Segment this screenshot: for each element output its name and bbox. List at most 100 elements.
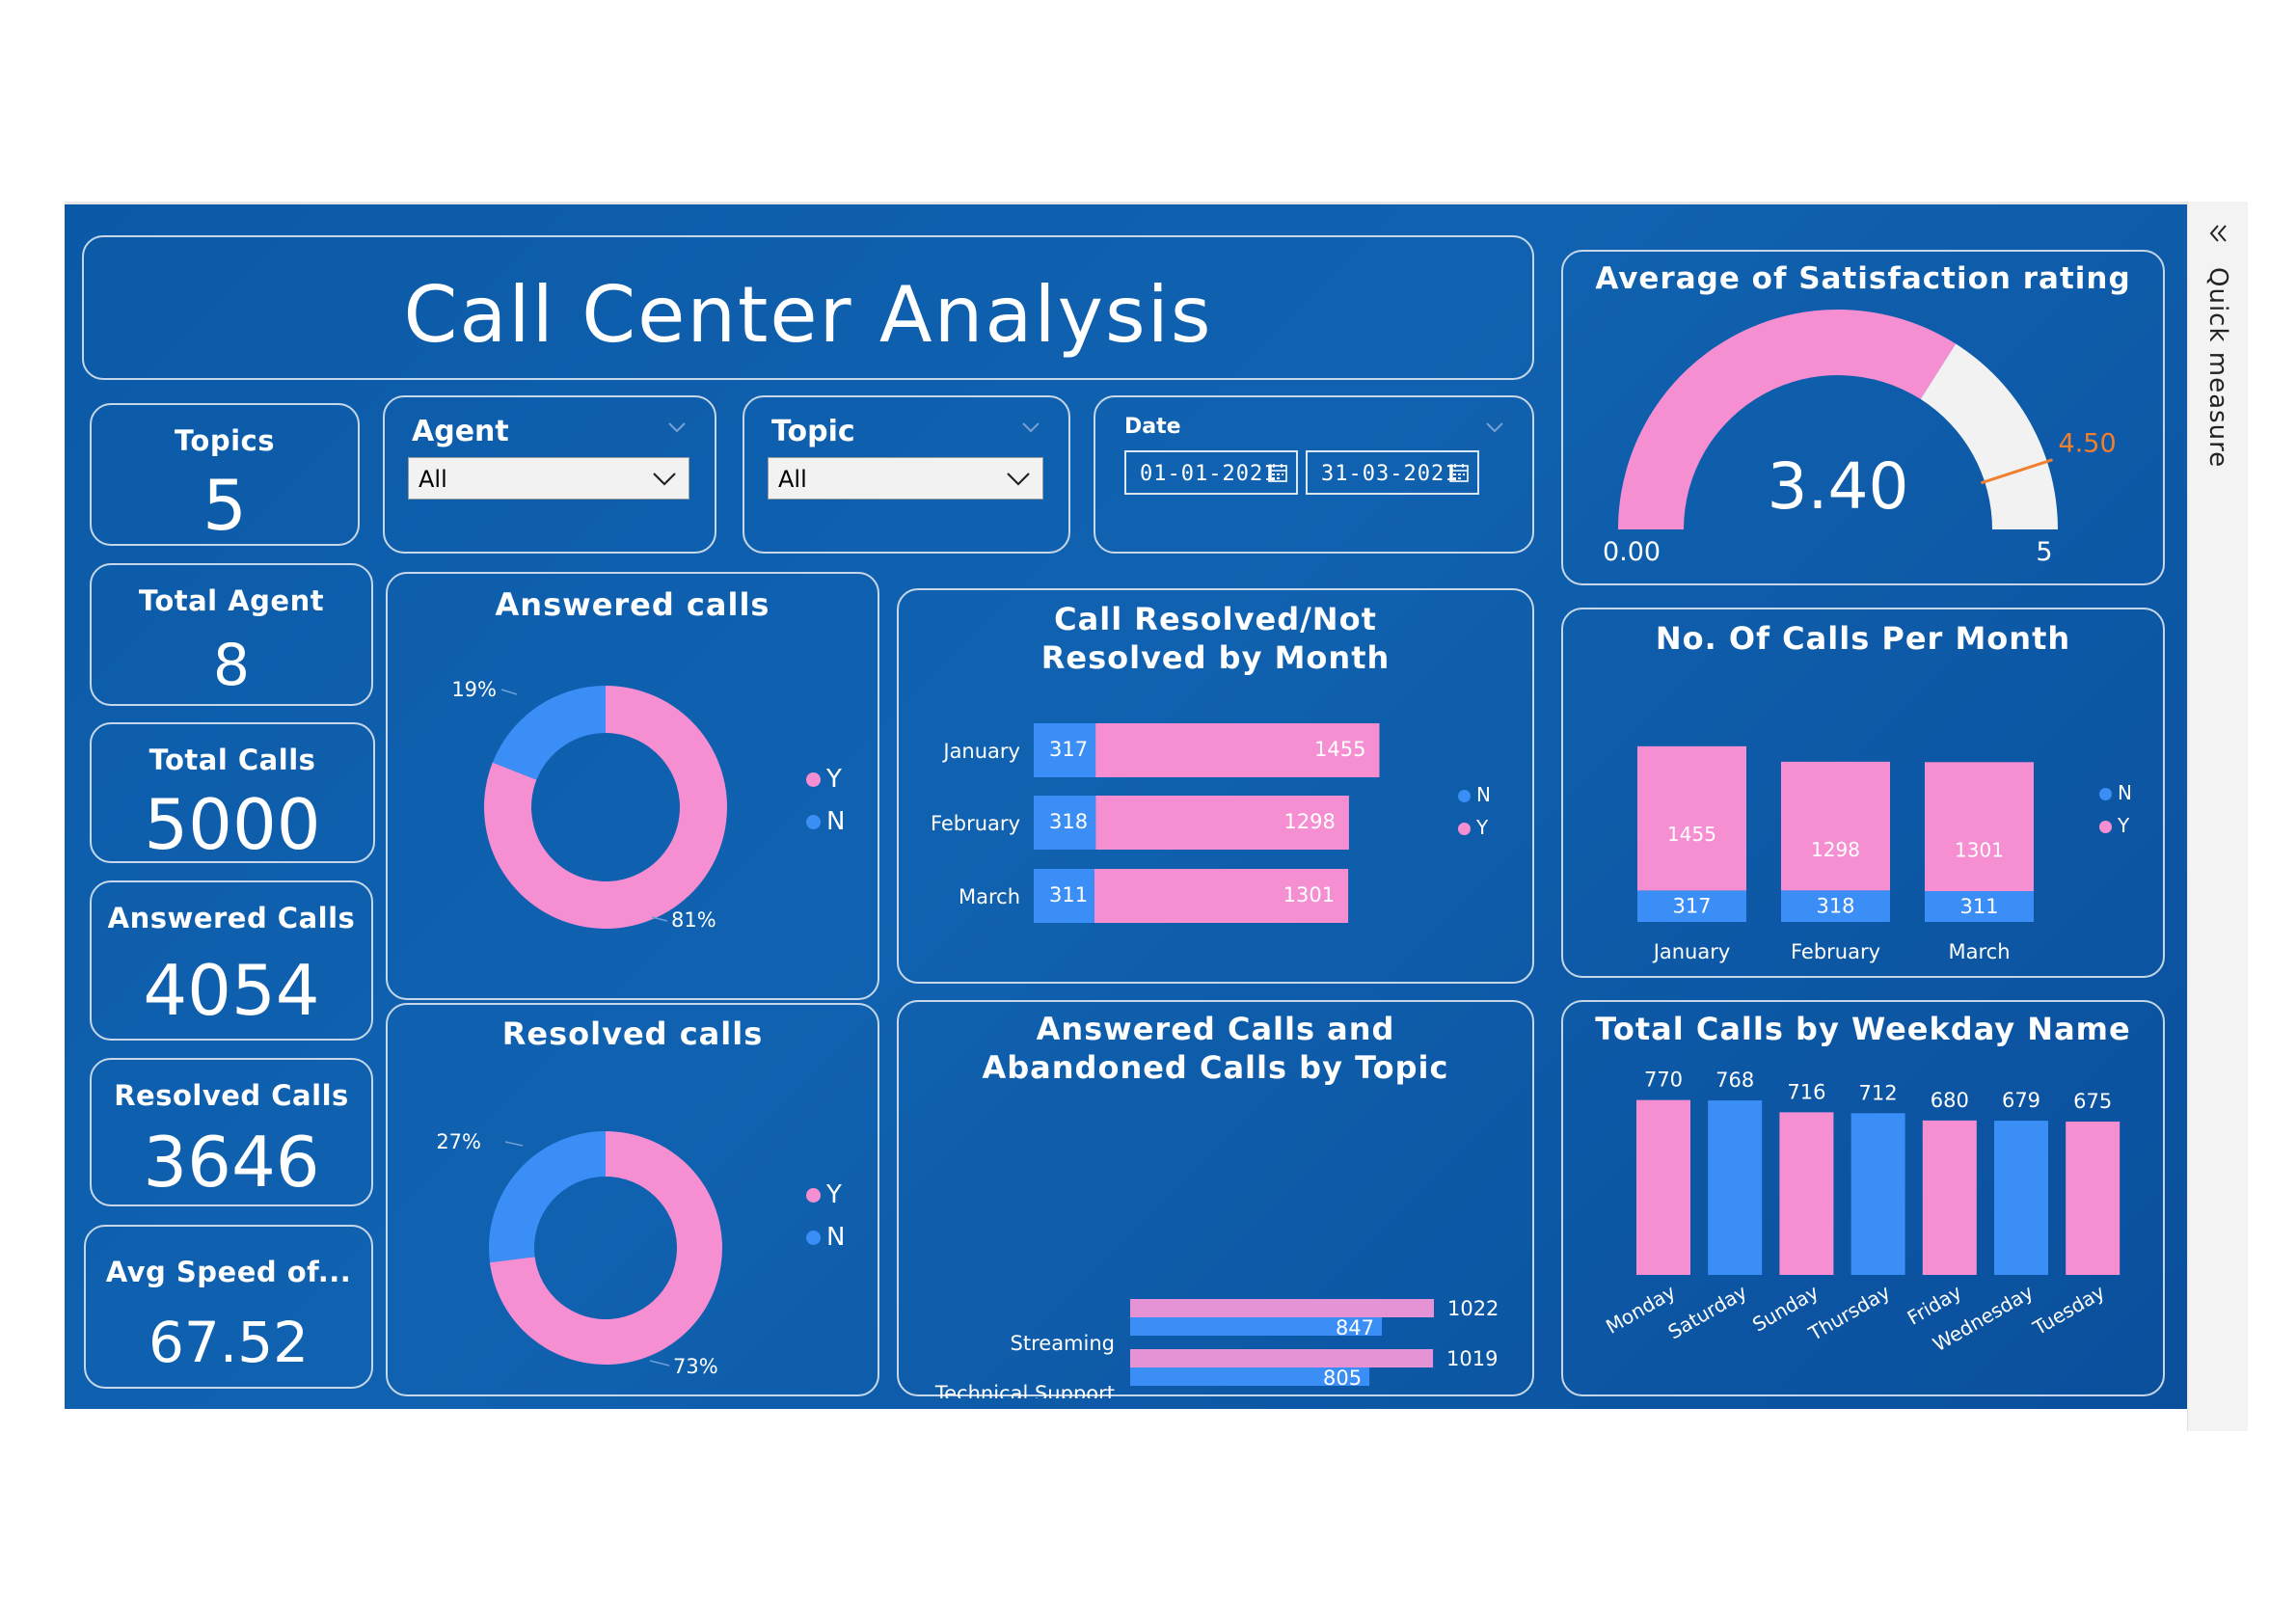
legend-dot-pink	[806, 1188, 821, 1203]
total-calls-card: Total Calls 5000	[90, 722, 375, 863]
leader-line	[504, 1141, 524, 1147]
card-label: Topics	[174, 424, 275, 457]
data-label-abandoned: 847	[1336, 1316, 1374, 1340]
data-label-y: 1455	[1667, 823, 1716, 846]
legend-item-n[interactable]: N	[1458, 783, 1491, 806]
card-value: 4054	[143, 950, 320, 1031]
legend-item-n[interactable]: N	[806, 807, 845, 836]
card-label: Avg Speed of...	[105, 1256, 352, 1288]
quick-measure-label: Quick measure	[2203, 267, 2232, 469]
gauge-value-label: 3.40	[1768, 449, 1909, 524]
weekday-bar	[1779, 1112, 1834, 1275]
satisfaction-gauge-panel: Average of Satisfaction rating 3.40 0.00 5…	[1561, 250, 2165, 585]
data-label-n: 317	[1049, 738, 1088, 761]
topic-slicer[interactable]: Topic All	[743, 395, 1070, 554]
topics-card: Topics 5	[90, 403, 360, 546]
legend: N Y	[2099, 781, 2132, 837]
dropdown-value: All	[419, 466, 447, 493]
legend-dot-pink	[806, 772, 821, 787]
chevron-down-icon[interactable]	[666, 417, 688, 438]
slicer-title: Topic	[771, 415, 855, 448]
calls-by-weekday-panel: Total Calls by Weekday Name 770 Monday 768…	[1561, 1000, 2165, 1396]
resolved-by-month-chart: January 317 1455 February 318 1298 March 311 130…	[931, 723, 1380, 923]
card-label: Answered Calls	[107, 902, 356, 934]
leader-line	[649, 1360, 670, 1367]
weekday-bar	[2066, 1122, 2120, 1275]
resolved-calls-panel: Resolved calls 73% 27% Y N	[386, 1003, 879, 1396]
calls-by-topic-panel: Answered Calls and Abandoned Calls by To…	[897, 1000, 1534, 1398]
data-label-n: 317	[1672, 895, 1711, 918]
start-date-input[interactable]: 01-01-2021	[1124, 450, 1298, 495]
slice-label-y: 81%	[671, 908, 716, 932]
weekday-bar	[1922, 1120, 1977, 1275]
answered-calls-panel: Answered calls 81% 19% Y N	[386, 572, 879, 1000]
calendar-icon[interactable]	[1267, 462, 1288, 483]
legend-item-n[interactable]: N	[2099, 781, 2132, 804]
data-label: 679	[2002, 1089, 2040, 1112]
quick-measure-pane[interactable]: Quick measure	[2187, 202, 2248, 1431]
category-label: Thursday	[1804, 1280, 1895, 1345]
report-canvas: Call Center Analysis Topics 5 Total Agen…	[65, 204, 2187, 1409]
chevron-down-icon[interactable]	[1484, 417, 1505, 438]
bar-segment-y	[1781, 761, 1890, 891]
legend-item-n[interactable]: N	[806, 1223, 845, 1252]
end-date-value: 31-03-2021	[1321, 462, 1459, 486]
data-label-n: 311	[1959, 895, 1998, 918]
legend: Y N	[806, 1180, 845, 1252]
category-label: Saturday	[1664, 1280, 1751, 1343]
legend: N Y	[1458, 783, 1491, 839]
category-label: February	[931, 812, 1020, 835]
data-label: 712	[1859, 1081, 1898, 1104]
card-value: 3646	[143, 1122, 320, 1203]
bar-answered	[1130, 1299, 1434, 1317]
calls-per-month-chart: 317 1455 January 318 1298 February 311 1301 Marc…	[1637, 745, 2034, 963]
chevron-down-icon[interactable]	[1020, 417, 1041, 438]
leader-line	[500, 689, 518, 695]
answered-calls-card: Answered Calls 4054	[90, 880, 373, 1041]
calls-by-topic-chart: Streaming 1022 847 Technical Support 1019 805…	[934, 1297, 1499, 1398]
data-label: 716	[1787, 1080, 1825, 1103]
page-title: Call Center Analysis	[403, 270, 1213, 360]
calendar-icon[interactable]	[1448, 462, 1470, 483]
bar-segment-y	[1637, 745, 1746, 891]
data-label: 768	[1715, 1069, 1754, 1092]
legend-item-y[interactable]: Y	[2099, 814, 2132, 837]
donut-slice-n	[489, 1131, 606, 1263]
slice-label-n: 27%	[436, 1130, 481, 1153]
weekday-bar	[1708, 1100, 1763, 1275]
data-label-answered: 1019	[1446, 1347, 1498, 1370]
category-label: March	[959, 885, 1020, 908]
data-label-abandoned: 805	[1323, 1367, 1362, 1390]
data-label: 675	[2073, 1090, 2112, 1113]
total-agent-card: Total Agent 8	[90, 563, 373, 706]
weekday-bar	[1636, 1099, 1690, 1275]
data-label-y: 1455	[1314, 738, 1365, 761]
slicer-title: Date	[1124, 415, 1181, 439]
card-label: Total Calls	[149, 744, 316, 776]
agent-dropdown[interactable]: All	[408, 457, 689, 500]
date-slicer[interactable]: Date 01-01-2021 31-03-2021	[1094, 395, 1534, 554]
agent-slicer[interactable]: Agent All	[383, 395, 716, 554]
end-date-input[interactable]: 31-03-2021	[1306, 450, 1479, 495]
card-label: Resolved Calls	[114, 1079, 349, 1112]
legend-dot-pink	[1458, 823, 1471, 835]
legend-dot-pink	[2099, 821, 2112, 833]
legend-item-y[interactable]: Y	[806, 765, 845, 794]
legend-dot-blue	[1458, 790, 1471, 802]
legend-dot-blue	[806, 1231, 821, 1245]
category-label: March	[1948, 940, 2010, 963]
category-label: February	[1791, 940, 1880, 963]
data-label-y: 1298	[1811, 838, 1860, 861]
category-label: Streaming	[1011, 1332, 1115, 1355]
legend-item-y[interactable]: Y	[1458, 816, 1491, 839]
card-label: Total Agent	[138, 584, 325, 617]
donut-slice-n	[492, 686, 606, 780]
gauge-max-label: 5	[2036, 537, 2052, 567]
legend-item-y[interactable]: Y	[806, 1180, 845, 1209]
data-label: 770	[1644, 1069, 1683, 1092]
resolved-calls-card: Resolved Calls 3646	[90, 1058, 373, 1206]
topic-dropdown[interactable]: All	[768, 457, 1043, 500]
resolved-by-month-panel: Call Resolved/Not Resolved by Month Janu…	[897, 588, 1534, 984]
double-chevron-left-icon[interactable]	[2205, 221, 2230, 246]
calls-by-weekday-chart: 770Monday768Saturday716Sunday712Thursday…	[1602, 1069, 2120, 1356]
